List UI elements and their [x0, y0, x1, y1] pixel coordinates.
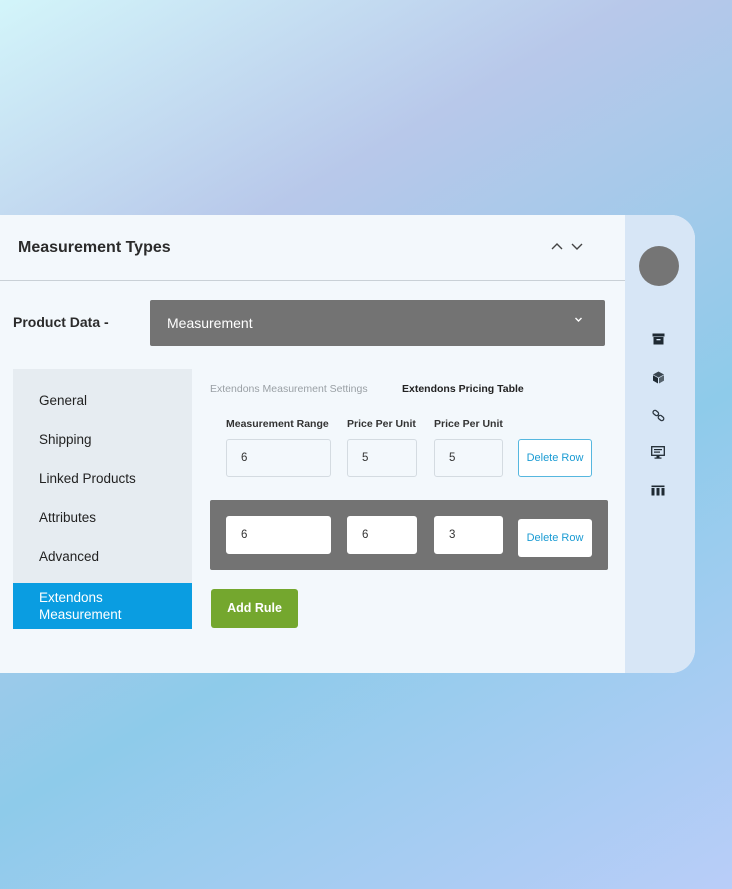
chevron-down-icon[interactable]: [570, 238, 584, 254]
tab-label: Linked Products: [39, 471, 136, 486]
price-per-unit-input[interactable]: [347, 516, 417, 554]
price-per-unit-input[interactable]: [347, 439, 417, 477]
monitor-icon[interactable]: [651, 445, 665, 459]
avatar[interactable]: [639, 246, 679, 286]
column-header-measurement-range: Measurement Range: [226, 418, 329, 430]
measurement-range-input[interactable]: [226, 516, 331, 554]
tab-label: Extendons Measurement: [39, 590, 122, 622]
subtab-measurement-settings[interactable]: Extendons Measurement Settings: [210, 383, 368, 395]
chevron-down-icon: [574, 314, 583, 326]
tab-general[interactable]: General: [13, 393, 192, 413]
tab-label: Attributes: [39, 510, 97, 525]
table-row: Delete Row: [210, 500, 608, 570]
link-icon[interactable]: [651, 408, 665, 422]
subtab-pricing-table[interactable]: Extendons Pricing Table: [402, 383, 524, 395]
column-header-price-per-unit: Price Per Unit: [347, 418, 416, 430]
product-data-tabs: General Shipping Linked Products Attribu…: [13, 369, 192, 629]
barcode-icon[interactable]: [651, 483, 665, 497]
panel-header: Measurement Types: [0, 215, 625, 281]
product-data-label: Product Data -: [13, 314, 109, 330]
column-header-price-per-unit-2: Price Per Unit: [434, 418, 503, 430]
tab-label: Shipping: [39, 432, 92, 447]
archive-icon[interactable]: [651, 332, 665, 346]
right-sidebar: [625, 215, 695, 673]
price-per-unit-input[interactable]: [434, 516, 503, 554]
product-type-value: Measurement: [167, 315, 253, 331]
product-type-select[interactable]: Measurement: [150, 300, 605, 346]
add-rule-button[interactable]: Add Rule: [211, 589, 298, 628]
tab-attributes[interactable]: Attributes: [13, 510, 192, 530]
page-title: Measurement Types: [18, 239, 171, 256]
tab-label: Advanced: [39, 549, 100, 564]
tab-advanced[interactable]: Advanced: [13, 549, 192, 569]
measurement-types-panel: Measurement Types Product Data - Measure…: [0, 215, 695, 673]
tab-shipping[interactable]: Shipping: [13, 432, 192, 452]
measurement-range-input[interactable]: [226, 439, 331, 477]
tab-label: General: [39, 393, 88, 408]
tab-linked-products[interactable]: Linked Products: [13, 471, 192, 491]
tab-extendons-measurement[interactable]: Extendons Measurement: [13, 583, 192, 629]
delete-row-button[interactable]: Delete Row: [518, 439, 592, 477]
price-per-unit-input[interactable]: [434, 439, 503, 477]
delete-row-button[interactable]: Delete Row: [518, 519, 592, 557]
cube-icon[interactable]: [651, 370, 665, 384]
chevron-up-icon[interactable]: [550, 238, 564, 254]
